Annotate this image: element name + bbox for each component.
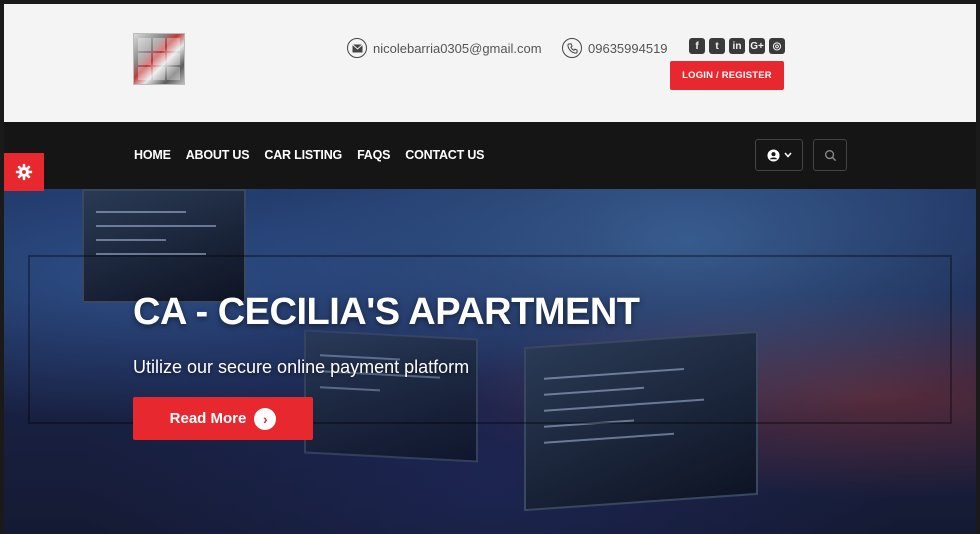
user-account-button[interactable] (755, 139, 803, 171)
contact-email[interactable]: nicolebarria0305@gmail.com (347, 36, 542, 60)
window-frame-right (976, 0, 980, 534)
main-navbar: HOME ABOUT US CAR LISTING FAQS CONTACT U… (4, 122, 976, 189)
chevron-down-icon (783, 152, 792, 158)
search-icon (824, 149, 836, 161)
nav-item-home[interactable]: HOME (134, 148, 171, 162)
search-button[interactable] (813, 139, 847, 171)
nav-item-car-listing[interactable]: CAR LISTING (264, 148, 342, 162)
chevron-right-icon: › (254, 407, 277, 430)
settings-toggle[interactable] (4, 153, 44, 191)
hero-subtitle: Utilize our secure online payment platfo… (133, 357, 470, 377)
google-plus-icon[interactable]: G+ (749, 38, 765, 54)
facebook-icon[interactable]: f (689, 38, 705, 54)
social-links: f t in G+ ◎ (689, 38, 785, 54)
read-more-button[interactable]: Read More › (133, 397, 313, 440)
linkedin-icon[interactable]: in (729, 38, 745, 54)
contact-phone[interactable]: 09635994519 (562, 36, 668, 60)
nav-item-about-us[interactable]: ABOUT US (186, 148, 250, 162)
login-register-button[interactable]: LOGIN / REGISTER (670, 61, 784, 90)
phone-icon (562, 38, 582, 58)
nav-item-contact-us[interactable]: CONTACT US (405, 148, 484, 162)
read-more-label: Read More (169, 410, 247, 427)
instagram-icon[interactable]: ◎ (769, 38, 785, 54)
envelope-icon (347, 38, 367, 58)
user-circle-icon (766, 148, 780, 162)
top-header: nicolebarria0305@gmail.com 09635994519 f… (4, 4, 976, 122)
twitter-icon[interactable]: t (709, 38, 725, 54)
nav-menu: HOME ABOUT US CAR LISTING FAQS CONTACT U… (134, 148, 485, 162)
logo-image (138, 38, 180, 80)
hero-title: CA - CECILIA'S APARTMENT (133, 291, 640, 333)
email-text: nicolebarria0305@gmail.com (373, 40, 542, 56)
hero-banner: CA - CECILIA'S APARTMENT Utilize our sec… (4, 189, 976, 534)
nav-item-faqs[interactable]: FAQS (357, 148, 390, 162)
gear-icon (15, 163, 33, 181)
site-logo[interactable] (133, 33, 185, 85)
phone-text: 09635994519 (588, 40, 668, 56)
